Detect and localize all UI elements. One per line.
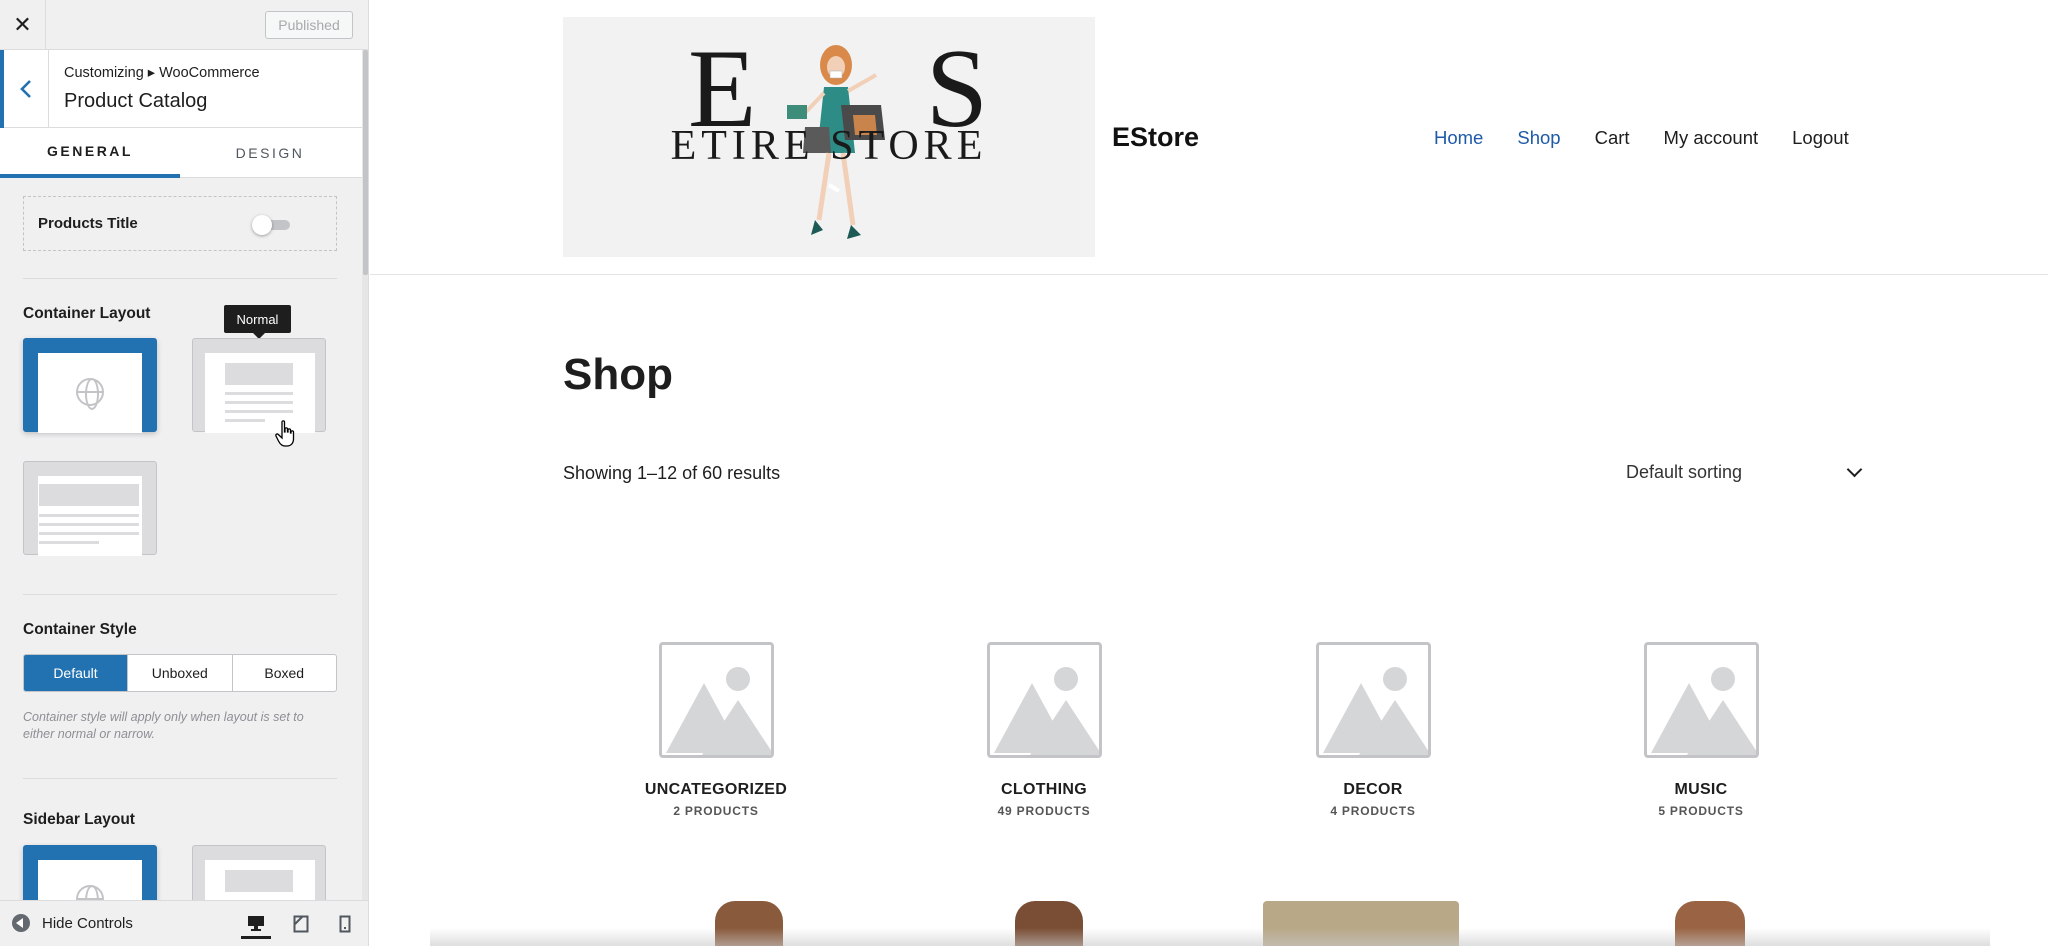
customizer-footer: Hide Controls [0, 900, 368, 946]
category-card[interactable]: UNCATEGORIZED 2 PRODUCTS [586, 642, 846, 818]
category-count: 49 PRODUCTS [997, 804, 1091, 818]
hide-controls-button[interactable]: Hide Controls [12, 914, 133, 932]
style-boxed-button[interactable]: Boxed [233, 655, 337, 691]
tab-bar: GENERAL DESIGN [0, 128, 362, 178]
products-title-label: Products Title [38, 215, 138, 232]
style-default-button[interactable]: Default [24, 655, 128, 691]
primary-nav: Home Shop Cart My account Logout [1434, 127, 1883, 149]
layout-option-normal[interactable] [192, 338, 326, 433]
back-button[interactable] [0, 50, 49, 128]
section-title: Product Catalog [64, 90, 208, 112]
chevron-down-icon [1846, 461, 1863, 477]
preview-line [39, 541, 99, 544]
category-name: DECOR [1343, 781, 1403, 798]
customizer-topbar: ✕ Published [0, 0, 368, 50]
layout-option-full-width[interactable] [23, 338, 157, 433]
publish-button[interactable]: Published [265, 11, 353, 39]
divider [23, 594, 337, 595]
chevron-left-icon [20, 80, 31, 98]
tab-design[interactable]: DESIGN [180, 128, 360, 178]
tablet-icon [293, 915, 309, 933]
site-preview: E S ETIRE STORE EStore Home Shop Cart My… [370, 0, 2048, 946]
breadcrumb: Customizing ▸ WooCommerce [64, 65, 260, 81]
sorting-value: Default sorting [1626, 461, 1743, 482]
page-title: Shop [563, 350, 673, 399]
category-card[interactable]: DECOR 4 PRODUCTS [1243, 642, 1503, 818]
layout-option-narrow[interactable] [23, 461, 157, 556]
preview-block [225, 870, 293, 892]
site-logo[interactable]: E S ETIRE STORE [563, 17, 1095, 257]
category-count: 2 PRODUCTS [673, 804, 759, 818]
collapse-icon [12, 914, 30, 932]
category-name: MUSIC [1674, 781, 1728, 798]
container-style-note: Container style will apply only when lay… [23, 710, 304, 741]
preview-line [225, 401, 293, 404]
preview-line [225, 410, 293, 413]
layout-tooltip: Normal [224, 305, 291, 339]
hand-cursor-icon [275, 420, 295, 447]
nav-my-account[interactable]: My account [1664, 127, 1759, 149]
container-style-buttons: Default Unboxed Boxed [23, 654, 337, 692]
style-unboxed-button[interactable]: Unboxed [128, 655, 233, 691]
customizer-sidebar: ✕ Published Customizing ▸ WooCommerce Pr… [0, 0, 369, 946]
section-header: Customizing ▸ WooCommerce Product Catalo… [0, 50, 362, 128]
globe-icon [76, 378, 104, 410]
preview-mobile-button[interactable] [330, 909, 360, 939]
category-count: 4 PRODUCTS [1330, 804, 1416, 818]
scroll-fade [430, 928, 1990, 946]
layout-preview [38, 353, 142, 433]
nav-cart[interactable]: Cart [1595, 127, 1630, 149]
category-name: UNCATEGORIZED [644, 781, 788, 798]
site-header: E S ETIRE STORE EStore Home Shop Cart My… [370, 0, 2048, 275]
layout-preview [38, 476, 142, 556]
category-name: CLOTHING [1001, 781, 1087, 798]
category-card[interactable]: MUSIC 5 PRODUCTS [1571, 642, 1831, 818]
layout-preview [205, 353, 315, 433]
preview-line [39, 532, 139, 535]
sidebar-scrollbar-thumb[interactable] [363, 50, 368, 275]
products-title-control: Products Title [23, 196, 337, 251]
container-style-label: Container Style [23, 621, 137, 638]
placeholder-image-icon [1315, 642, 1431, 758]
preview-line [39, 523, 139, 526]
desktop-icon [248, 915, 264, 931]
preview-block [39, 484, 139, 506]
divider [23, 778, 337, 779]
preview-desktop-button[interactable] [241, 909, 271, 939]
nav-home[interactable]: Home [1434, 127, 1483, 149]
preview-block [225, 363, 293, 385]
site-title[interactable]: EStore [1112, 122, 1199, 153]
divider [23, 278, 337, 279]
preview-tablet-button[interactable] [286, 909, 316, 939]
close-icon: ✕ [13, 12, 32, 37]
nav-logout[interactable]: Logout [1792, 127, 1849, 149]
tab-general[interactable]: GENERAL [0, 128, 180, 178]
hide-controls-label: Hide Controls [42, 914, 133, 932]
placeholder-image-icon [986, 642, 1102, 758]
category-card[interactable]: CLOTHING 49 PRODUCTS [914, 642, 1174, 818]
placeholder-image-icon [658, 642, 774, 758]
products-title-toggle[interactable] [252, 215, 292, 235]
close-customizer-button[interactable]: ✕ [0, 0, 46, 50]
container-layout-label: Container Layout [23, 305, 151, 322]
sidebar-layout-label: Sidebar Layout [23, 811, 135, 828]
preview-line [225, 392, 293, 395]
toggle-knob [252, 215, 272, 235]
sorting-select[interactable]: Default sorting [1626, 455, 1866, 489]
preview-line [39, 514, 139, 517]
mobile-icon [339, 915, 351, 933]
nav-shop[interactable]: Shop [1517, 127, 1560, 149]
preview-line [225, 419, 265, 422]
category-count: 5 PRODUCTS [1658, 804, 1744, 818]
logo-text: ETIRE STORE [670, 123, 988, 169]
placeholder-image-icon [1643, 642, 1759, 758]
result-count: Showing 1–12 of 60 results [563, 463, 781, 483]
